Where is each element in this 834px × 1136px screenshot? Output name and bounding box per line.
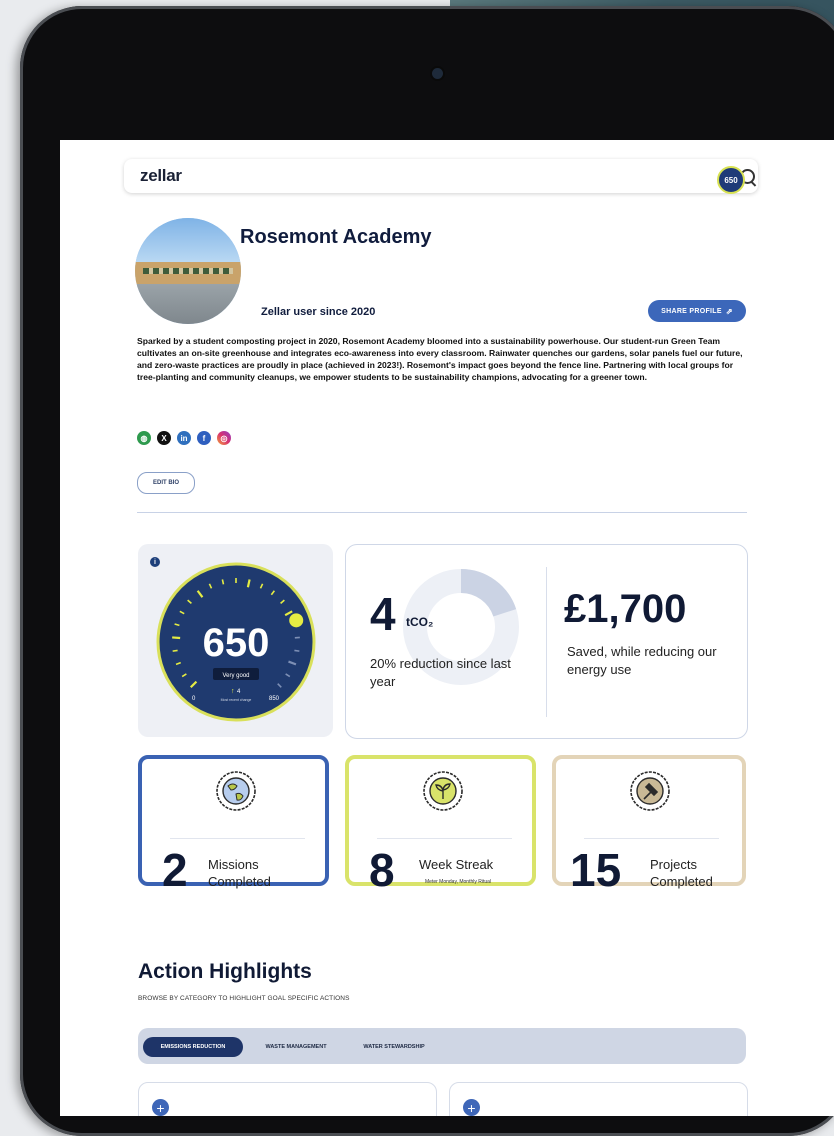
camera-icon <box>432 68 443 79</box>
impact-card: 4 tCO₂ 20% reduction since last year £1,… <box>345 544 748 739</box>
gauge-tick <box>294 650 299 651</box>
tab-emissions-reduction[interactable]: EMISSIONS REDUCTION <box>143 1037 243 1057</box>
social-links: ◍ X in f ◎ <box>137 431 231 445</box>
school-avatar <box>135 218 241 324</box>
missions-label: Missions Completed <box>208 856 298 890</box>
score-badge[interactable]: 650 <box>717 166 745 194</box>
card-divider <box>546 567 547 717</box>
projects-label: Projects Completed <box>650 856 740 890</box>
section-subtitle: BROWSE BY CATEGORY TO HIGHLIGHT GOAL SPE… <box>138 995 350 1002</box>
up-arrow-icon: ↑ <box>231 688 235 695</box>
projects-card[interactable]: 15 Projects Completed <box>552 755 746 886</box>
gauge-max: 850 <box>269 696 280 702</box>
missions-card[interactable]: 2 Missions Completed <box>138 755 329 886</box>
score-gauge: 650 Very good 0 850 ↑ 4 Most recent chan… <box>156 558 316 726</box>
score-gauge-card: i 650 Very good 0 850 ↑ 4 Most recent ch… <box>138 544 333 737</box>
streak-sub: Meter Monday, Monthly Ritual <box>425 879 491 885</box>
linkedin-icon[interactable]: in <box>177 431 191 445</box>
globe-icon <box>214 769 258 813</box>
emissions-text: 20% reduction since last year <box>370 655 530 691</box>
hammer-icon <box>628 769 672 813</box>
missions-count: 2 <box>162 847 188 893</box>
streak-label: Week Streak <box>419 856 529 873</box>
add-icon[interactable]: + <box>463 1099 480 1116</box>
member-since: Zellar user since 2020 <box>261 306 375 318</box>
edit-bio-button[interactable]: EDIT BIO <box>137 472 195 494</box>
savings-text: Saved, while reducing our energy use <box>567 643 727 679</box>
add-icon[interactable]: + <box>152 1099 169 1116</box>
action-card[interactable]: + <box>449 1082 748 1116</box>
gauge-change-label: Most recent change <box>221 698 252 702</box>
tab-water-stewardship[interactable]: WATER STEWARDSHIP <box>348 1037 440 1057</box>
streak-card[interactable]: 8 Week Streak Meter Monday, Monthly Ritu… <box>345 755 536 886</box>
x-icon[interactable]: X <box>157 431 171 445</box>
gauge-rating: Very good <box>222 673 249 679</box>
web-icon[interactable]: ◍ <box>137 431 151 445</box>
zellar-logo[interactable]: zellar <box>140 166 182 186</box>
gauge-tick <box>222 579 223 584</box>
gauge-indicator <box>289 613 303 627</box>
emissions-unit: tCO₂ <box>406 615 433 629</box>
donut-segment <box>461 581 505 613</box>
category-tabs: EMISSIONS REDUCTION WASTE MANAGEMENT WAT… <box>138 1028 746 1064</box>
share-icon: ⇗ <box>726 307 733 316</box>
instagram-icon[interactable]: ◎ <box>217 431 231 445</box>
emissions-value: 4 <box>370 587 396 641</box>
savings-value: £1,700 <box>564 587 686 632</box>
gauge-tick <box>173 650 178 651</box>
facebook-icon[interactable]: f <box>197 431 211 445</box>
page-title: Rosemont Academy <box>240 226 432 249</box>
action-card[interactable]: + <box>138 1082 437 1116</box>
top-nav: zellar <box>124 159 758 193</box>
section-divider <box>137 512 747 513</box>
share-label: SHARE PROFILE <box>661 308 722 315</box>
gauge-tick <box>172 637 180 638</box>
streak-count: 8 <box>369 847 395 893</box>
app-screen: zellar 650 Rosemont Academy Zellar user … <box>60 140 834 1116</box>
share-profile-button[interactable]: SHARE PROFILE ⇗ <box>648 300 746 322</box>
tab-waste-management[interactable]: WASTE MANAGEMENT <box>250 1037 342 1057</box>
sprout-icon <box>421 769 465 813</box>
projects-count: 15 <box>570 847 621 893</box>
bio-text: Sparked by a student composting project … <box>137 335 749 383</box>
gauge-score: 650 <box>203 621 270 665</box>
section-title: Action Highlights <box>138 960 312 984</box>
